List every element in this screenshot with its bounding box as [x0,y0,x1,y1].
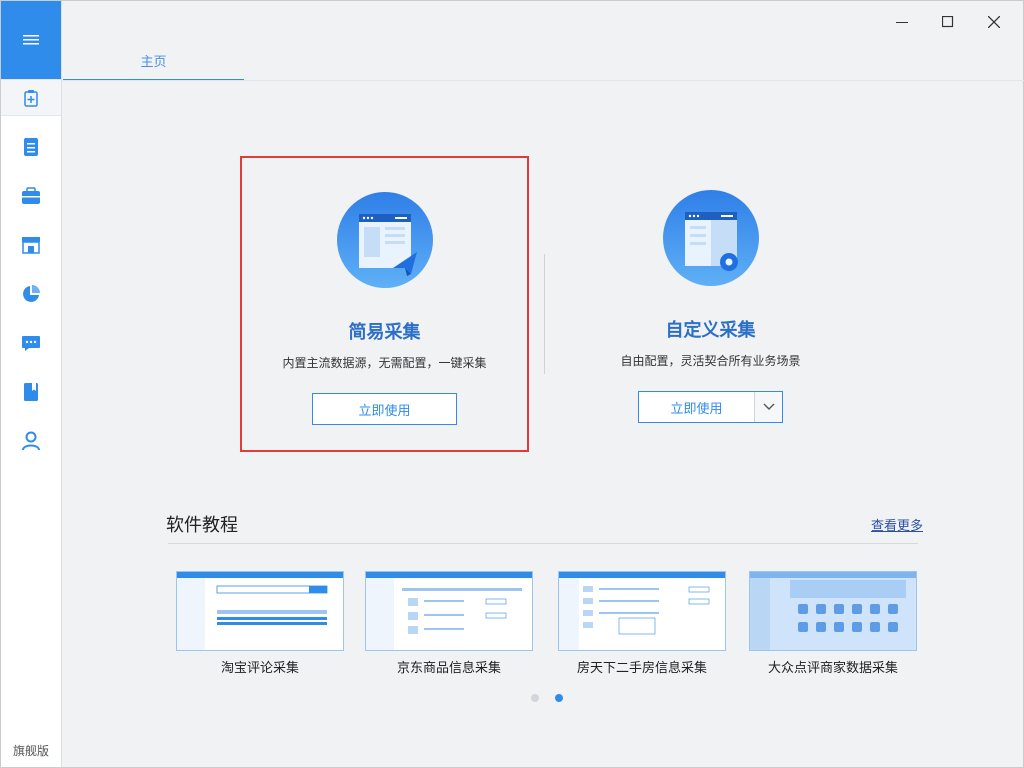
sidebar: 旗舰版 [1,1,62,767]
custom-collect-desc: 自由配置，灵活契合所有业务场景 [620,354,801,368]
custom-collect-dropdown-button[interactable] [754,392,782,422]
sidebar-item-messages[interactable] [1,318,61,367]
simple-collect-icon [336,192,433,288]
tutorials-divider [168,543,918,544]
menu-button[interactable] [1,1,61,79]
thumbnail-preview-image [177,572,343,650]
simple-collect-title: 简易采集 [348,322,421,343]
custom-collect-use-button[interactable]: 立即使用 [639,392,754,422]
tutorial-label: 淘宝评论采集 [220,661,299,676]
book-icon [24,382,38,401]
sidebar-item-new-task[interactable] [1,79,61,116]
sidebar-item-stats[interactable] [1,269,61,318]
custom-collect-icon [662,190,759,286]
pie-chart-icon [23,284,40,302]
document-list-icon [24,137,38,156]
chat-icon [22,335,40,351]
tutorial-item-fang[interactable]: 房天下二手房信息采集 [558,571,726,676]
briefcase-icon [22,186,40,204]
simple-collect-card[interactable]: 简易采集 内置主流数据源，无需配置，一键采集 立即使用 [240,156,529,452]
card-divider [544,254,545,374]
sidebar-item-store[interactable] [1,220,61,269]
custom-collect-card[interactable]: 自定义采集 自由配置，灵活契合所有业务场景 立即使用 [566,156,855,452]
tab-home[interactable]: 主页 [63,51,244,81]
tutorials-more-link[interactable]: 查看更多 [871,515,923,534]
sidebar-item-toolbox[interactable] [1,171,61,220]
hamburger-icon [23,35,39,45]
tutorial-item-jd[interactable]: 京东商品信息采集 [365,571,533,676]
tutorial-item-dianping[interactable]: 大众点评商家数据采集 [749,571,917,676]
sidebar-item-tutorial[interactable] [1,367,61,416]
pagination-dot-1[interactable] [531,694,539,702]
edition-label: 旗舰版 [12,744,49,758]
user-icon [22,431,40,450]
pagination-dots [531,694,563,702]
tutorial-thumbnail [749,571,917,651]
tutorial-label: 大众点评商家数据采集 [767,661,898,676]
thumbnail-preview-image [750,572,916,650]
thumbnail-preview-image [366,572,532,650]
thumbnail-preview-image [559,572,725,650]
clipboard-plus-icon [24,89,38,107]
tutorial-thumbnail [558,571,726,651]
simple-collect-use-button[interactable]: 立即使用 [312,393,457,425]
sidebar-item-tasks[interactable] [1,122,61,171]
tutorial-thumbnail [176,571,344,651]
storefront-icon [22,236,40,254]
custom-collect-title: 自定义采集 [665,320,756,341]
tutorial-thumbnail [365,571,533,651]
tab-bar: 主页 [63,1,1024,81]
tutorial-label: 京东商品信息采集 [396,661,501,676]
sidebar-item-account[interactable] [1,416,61,465]
tutorials-heading: 软件教程 [166,515,238,536]
pagination-dot-2[interactable] [555,694,563,702]
tab-divider [63,80,1024,81]
tutorial-label: 房天下二手房信息采集 [576,661,707,676]
chevron-down-icon [763,403,774,410]
tutorial-item-taobao[interactable]: 淘宝评论采集 [176,571,344,676]
simple-collect-desc: 内置主流数据源，无需配置，一键采集 [282,356,487,370]
custom-collect-split-button: 立即使用 [638,391,783,423]
